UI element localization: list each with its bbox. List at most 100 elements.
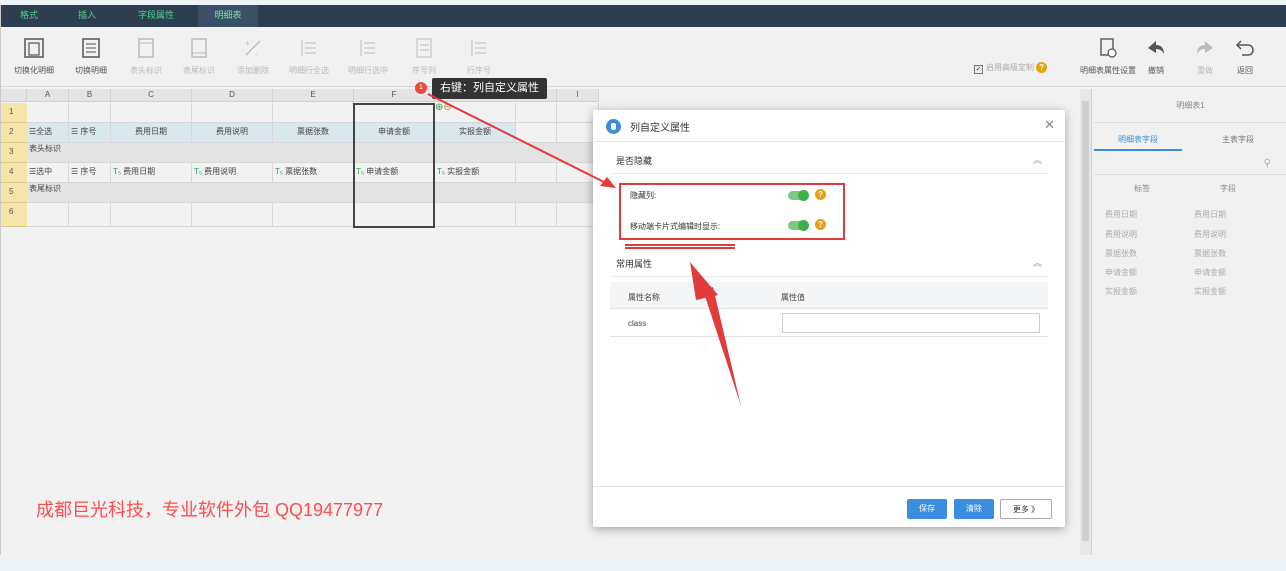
grid-cell[interactable] xyxy=(516,103,557,123)
back-button[interactable]: 返回 xyxy=(1227,37,1263,76)
field-cell[interactable]: T₅ 费用说明 xyxy=(192,163,273,183)
undo-icon xyxy=(1148,41,1164,54)
grid-cell[interactable] xyxy=(273,103,354,123)
hide-column-toggle[interactable] xyxy=(788,190,809,201)
index-cell[interactable]: ☰ 序号 xyxy=(69,163,111,183)
tab-detail-table[interactable]: 明细表 xyxy=(198,5,258,27)
column-header[interactable]: I xyxy=(557,89,599,102)
detail-settings-button[interactable]: 明细表属性设置 xyxy=(1075,37,1141,76)
field-cell[interactable]: T₅ 票据张数 xyxy=(273,163,354,183)
undo-button[interactable]: 撤销 xyxy=(1138,37,1174,76)
switch-detail-button[interactable]: 切换明细 xyxy=(61,37,121,76)
list-icon: ☰ xyxy=(71,127,81,136)
vertical-scrollbar[interactable] xyxy=(1080,89,1092,555)
scrollbar-thumb[interactable] xyxy=(1082,101,1089,541)
list-item[interactable]: 费用说明 xyxy=(1105,229,1137,240)
column-add-remove[interactable]: ⊕⊖ xyxy=(435,102,452,113)
grid-cell[interactable] xyxy=(27,203,69,227)
step-badge: 1 xyxy=(415,82,427,94)
column-header[interactable]: D xyxy=(192,89,273,102)
grid-cell[interactable] xyxy=(516,203,557,227)
mobile-card-toggle[interactable] xyxy=(788,220,809,231)
row-header[interactable]: 6 xyxy=(1,203,27,227)
select-cell[interactable]: ☰选中 xyxy=(27,163,69,183)
select-all-cell[interactable]: ☰全选 xyxy=(27,123,69,143)
search-icon[interactable]: ⚲ xyxy=(1264,158,1271,169)
field-cell[interactable]: T₅ 实报金额 xyxy=(435,163,516,183)
enable-custom-checkbox[interactable]: ✓ 启用高级定制 ? xyxy=(974,62,1048,74)
row-header[interactable]: 5 xyxy=(1,183,27,203)
grid-cell[interactable] xyxy=(273,203,354,227)
header-cell[interactable]: 实报金额 xyxy=(435,123,516,143)
save-button[interactable]: 保存 xyxy=(907,499,947,519)
list-item[interactable]: 实报金额 xyxy=(1194,286,1226,297)
column-header[interactable]: A xyxy=(27,89,69,102)
section-hidden[interactable]: 是否隐藏 ︽ xyxy=(610,144,1048,174)
header-band[interactable]: 表头标识 xyxy=(27,143,599,163)
grid-cell[interactable] xyxy=(111,203,192,227)
list-item[interactable]: 费用日期 xyxy=(1194,209,1226,220)
row-header[interactable]: 4 xyxy=(1,163,27,183)
tab-main-fields[interactable]: 主表字段 xyxy=(1194,129,1282,151)
header-cell[interactable]: 费用日期 xyxy=(111,123,192,143)
list-item[interactable]: 申请金额 xyxy=(1194,267,1226,278)
tab-detail-fields[interactable]: 明细表字段 xyxy=(1094,129,1182,151)
add-delete-label: 添加删除 xyxy=(237,66,269,75)
more-button[interactable]: 更多 》 xyxy=(1000,499,1052,519)
index-cell[interactable]: ☰ 序号 xyxy=(69,123,111,143)
list-item[interactable]: 票据张数 xyxy=(1105,248,1137,259)
grid-cell[interactable] xyxy=(27,103,69,123)
list-item[interactable]: 费用说明 xyxy=(1194,229,1226,240)
column-header[interactable]: B xyxy=(69,89,111,102)
grid-cell[interactable] xyxy=(111,103,192,123)
help-icon[interactable]: ? xyxy=(815,219,826,230)
row-header[interactable]: 2 xyxy=(1,123,27,143)
row-header[interactable]: 1 xyxy=(1,103,27,123)
grid-cell[interactable] xyxy=(435,203,516,227)
grid-cell[interactable] xyxy=(69,103,111,123)
section-common[interactable]: 常用属性 ︽ xyxy=(610,247,1048,277)
grid-cell[interactable] xyxy=(192,203,273,227)
list-item[interactable]: 费用日期 xyxy=(1105,209,1137,220)
clear-button[interactable]: 清除 xyxy=(954,499,994,519)
grid-cell[interactable] xyxy=(516,123,557,143)
header-cell[interactable]: 费用说明 xyxy=(192,123,273,143)
redo-button[interactable]: 重做 xyxy=(1187,37,1223,76)
row-header[interactable]: 3 xyxy=(1,143,27,163)
select-row-button[interactable]: 明细行选中 xyxy=(338,37,398,76)
column-header[interactable]: E xyxy=(273,89,354,102)
list-item[interactable]: 申请金额 xyxy=(1105,267,1137,278)
add-delete-button[interactable]: + - 添加删除 xyxy=(223,37,283,76)
list-item[interactable]: 票据张数 xyxy=(1194,248,1226,259)
tab-format[interactable]: 格式 xyxy=(9,5,49,27)
class-value-input[interactable] xyxy=(782,313,1040,333)
back-label: 返回 xyxy=(1237,66,1253,75)
enable-custom-label: 启用高级定制 xyxy=(986,63,1034,72)
chevron-up-icon[interactable]: ︽ xyxy=(1033,153,1042,166)
header-cell[interactable]: 票据张数 xyxy=(273,123,354,143)
hide-column-label: 隐藏列: xyxy=(630,191,657,200)
index-column-button[interactable]: 序号列 xyxy=(394,37,454,76)
init-detail-button[interactable]: 切换化明细 xyxy=(4,37,64,76)
list-icon xyxy=(82,38,100,58)
help-icon[interactable]: ? xyxy=(815,189,826,200)
header-mark-button[interactable]: 表头标识 xyxy=(116,37,176,76)
chevron-up-icon[interactable]: ︽ xyxy=(1033,256,1042,269)
row-index-button[interactable]: 行序号 xyxy=(449,37,509,76)
grid-cell[interactable] xyxy=(192,103,273,123)
field-cell[interactable]: T₅ 费用日期 xyxy=(111,163,192,183)
column-header[interactable]: C xyxy=(111,89,192,102)
select-all-rows-button[interactable]: 明细行全选 xyxy=(279,37,339,76)
field-search[interactable]: ⚲ xyxy=(1094,153,1286,175)
help-icon[interactable]: ? xyxy=(1036,62,1048,73)
tab-field-properties[interactable]: 字段属性 xyxy=(128,5,184,27)
footer-band[interactable]: 表尾标识 xyxy=(27,183,599,203)
remove-column-icon[interactable]: ⊖ xyxy=(443,102,451,113)
footer-mark-button[interactable]: 表尾标识 xyxy=(169,37,229,76)
list-item[interactable]: 实报金额 xyxy=(1105,286,1137,297)
grid-cell[interactable] xyxy=(69,203,111,227)
close-icon[interactable]: ✕ xyxy=(1044,117,1055,133)
tab-insert[interactable]: 插入 xyxy=(67,5,107,27)
grid-cell[interactable] xyxy=(516,163,557,183)
cell-text: 费用日期 xyxy=(123,167,156,176)
